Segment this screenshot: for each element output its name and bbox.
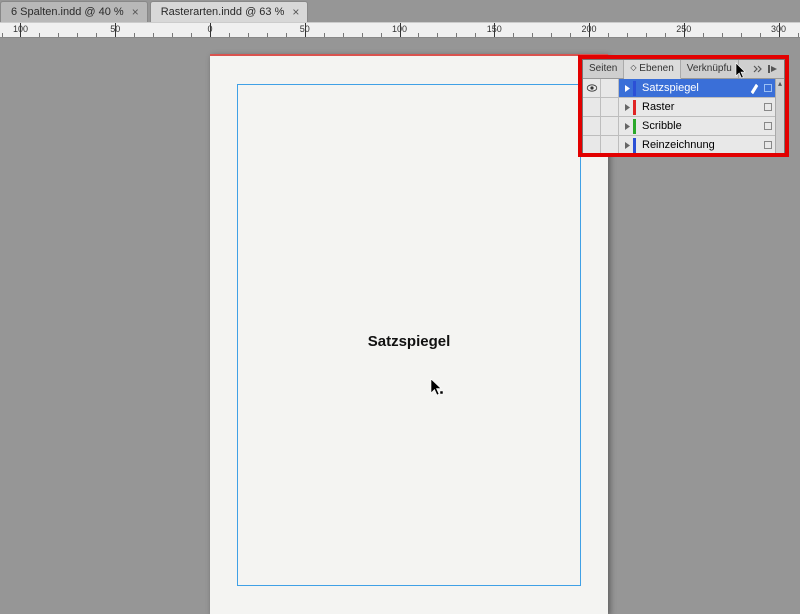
ruler-label: 250: [676, 24, 691, 34]
panel-menu-icon[interactable]: [768, 63, 780, 75]
lock-toggle[interactable]: [601, 98, 619, 116]
eye-icon: [586, 84, 598, 92]
layers-panel: Seiten ◇ Ebenen Verknüpfu Satzspiegel Ras…: [582, 59, 785, 156]
ruler-label: 100: [13, 24, 28, 34]
tab-label: Ebenen: [639, 63, 673, 74]
selection-indicator[interactable]: [761, 84, 775, 92]
layer-color-swatch: [633, 100, 636, 115]
selection-indicator[interactable]: [761, 103, 775, 111]
scroll-up-icon[interactable]: ▴: [776, 79, 784, 88]
visibility-toggle[interactable]: [583, 79, 601, 97]
panel-tab-bar: Seiten ◇ Ebenen Verknüpfu: [583, 60, 784, 79]
ruler-label: 50: [110, 24, 120, 34]
ruler-label: 150: [487, 24, 502, 34]
document-tab[interactable]: 6 Spalten.indd @ 40 % ×: [0, 1, 148, 22]
document-tab-bar: 6 Spalten.indd @ 40 % × Rasterarten.indd…: [0, 0, 800, 22]
selection-indicator[interactable]: [761, 141, 775, 149]
close-icon[interactable]: ×: [132, 5, 139, 19]
document-tab-label: 6 Spalten.indd @ 40 %: [11, 6, 124, 18]
tab-verknuepfungen[interactable]: Verknüpfu: [681, 60, 739, 78]
lock-toggle[interactable]: [601, 79, 619, 97]
close-icon[interactable]: ×: [292, 5, 299, 19]
layer-color-swatch: [633, 138, 636, 153]
collapse-icon[interactable]: [753, 63, 765, 75]
tab-ebenen[interactable]: ◇ Ebenen: [624, 60, 680, 79]
ruler-label: 300: [771, 24, 786, 34]
disclosure-triangle-icon[interactable]: [621, 141, 633, 150]
layer-row[interactable]: Satzspiegel: [583, 79, 775, 98]
scrollbar[interactable]: ▴: [775, 79, 784, 155]
layer-name-label[interactable]: Raster: [640, 101, 747, 113]
layer-row[interactable]: Reinzeichnung: [583, 136, 775, 155]
lock-toggle[interactable]: [601, 136, 619, 154]
layer-color-swatch: [633, 119, 636, 134]
pen-icon: [749, 82, 759, 94]
document-page[interactable]: Satzspiegel: [210, 54, 608, 614]
ruler-label: 100: [392, 24, 407, 34]
document-tab[interactable]: Rasterarten.indd @ 63 % ×: [150, 1, 309, 22]
layer-row[interactable]: Raster: [583, 98, 775, 117]
layers-list: Satzspiegel Raster Scribble Reinzeichnung: [583, 79, 775, 155]
visibility-toggle[interactable]: [583, 117, 601, 135]
page-content-text: Satzspiegel: [210, 333, 608, 350]
layer-color-swatch: [633, 81, 636, 96]
ruler-label: 200: [582, 24, 597, 34]
disclosure-triangle-icon[interactable]: [621, 84, 633, 93]
horizontal-ruler[interactable]: 100 50 0 50 100 150 200 250 300: [0, 22, 800, 38]
disclosure-triangle-icon[interactable]: [621, 122, 633, 131]
visibility-toggle[interactable]: [583, 136, 601, 154]
active-layer-indicator: [747, 82, 761, 94]
lock-toggle[interactable]: [601, 117, 619, 135]
disclosure-triangle-icon[interactable]: [621, 103, 633, 112]
layer-name-label[interactable]: Satzspiegel: [640, 82, 747, 94]
tab-seiten[interactable]: Seiten: [583, 60, 624, 78]
document-tab-label: Rasterarten.indd @ 63 %: [161, 6, 285, 18]
ruler-label: 50: [300, 24, 310, 34]
selection-indicator[interactable]: [761, 122, 775, 130]
layer-name-label[interactable]: Scribble: [640, 120, 747, 132]
visibility-toggle[interactable]: [583, 98, 601, 116]
layer-name-label[interactable]: Reinzeichnung: [640, 139, 747, 151]
ruler-label: 0: [207, 24, 212, 34]
layer-row[interactable]: Scribble: [583, 117, 775, 136]
